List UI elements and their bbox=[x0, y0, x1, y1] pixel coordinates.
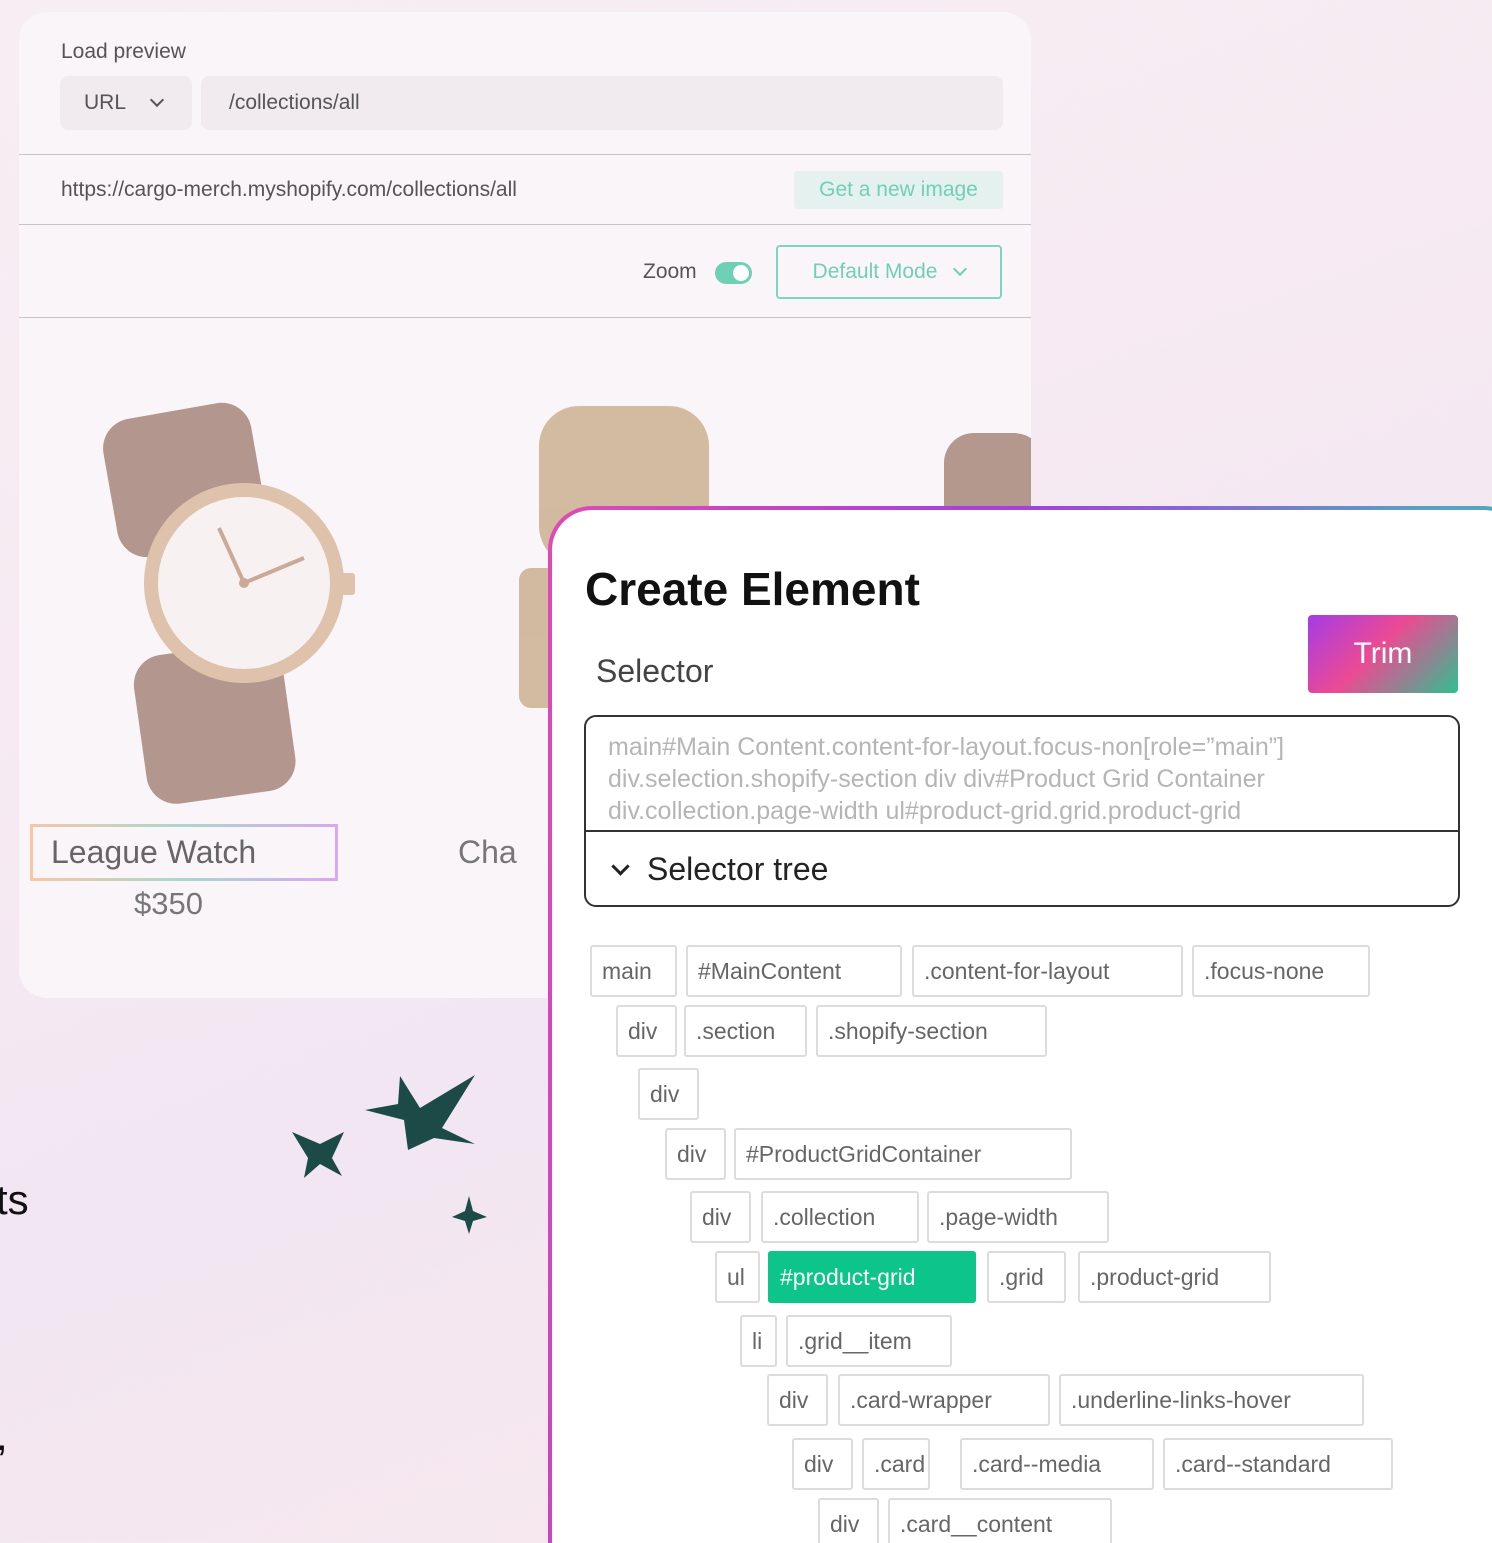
tree-chip[interactable]: .grid bbox=[987, 1251, 1066, 1303]
background-text: ts bbox=[0, 1176, 29, 1223]
tree-chip[interactable]: .card bbox=[862, 1438, 930, 1490]
get-new-image-button[interactable]: Get a new image bbox=[794, 171, 1003, 209]
divider bbox=[19, 154, 1031, 155]
tree-chip[interactable]: .grid__item bbox=[786, 1315, 952, 1367]
watch-brown-leather-image bbox=[103, 402, 355, 804]
selector-line: div.selection.shopify-section div div#Pr… bbox=[608, 765, 1265, 793]
tree-chip[interactable]: #ProductGridContainer bbox=[734, 1128, 1072, 1180]
tree-chip[interactable]: .content-for-layout bbox=[912, 945, 1183, 997]
tree-chip[interactable]: .underline-links-hover bbox=[1059, 1374, 1364, 1426]
tree-chip[interactable]: div bbox=[690, 1191, 751, 1243]
path-input[interactable] bbox=[201, 76, 1003, 130]
tree-chip[interactable]: li bbox=[740, 1315, 777, 1367]
selector-tree-label: Selector tree bbox=[647, 851, 829, 887]
divider bbox=[19, 224, 1031, 225]
tree-chip[interactable]: .focus-none bbox=[1192, 945, 1370, 997]
tree-chip[interactable]: div bbox=[792, 1438, 853, 1490]
tree-chip[interactable]: .card-wrapper bbox=[838, 1374, 1050, 1426]
tree-chip[interactable]: .shopify-section bbox=[816, 1005, 1047, 1057]
mode-label: Default Mode bbox=[812, 260, 938, 283]
full-url-text: https://cargo-merch.myshopify.com/collec… bbox=[61, 178, 517, 201]
mode-dropdown[interactable]: Default Mode bbox=[776, 245, 1002, 299]
product-name-highlight[interactable]: League Watch bbox=[30, 824, 338, 881]
tree-chip[interactable]: div bbox=[616, 1005, 677, 1057]
url-type-select[interactable]: URL bbox=[60, 76, 192, 130]
url-type-value: URL bbox=[84, 91, 127, 114]
tree-chip[interactable]: .product-grid bbox=[1078, 1251, 1271, 1303]
selector-label: Selector bbox=[596, 653, 714, 689]
tree-chip-active[interactable]: #product-grid bbox=[768, 1251, 976, 1303]
tree-chip[interactable]: div bbox=[818, 1498, 879, 1543]
selector-box: main#Main Content.content-for-layout.foc… bbox=[584, 715, 1460, 907]
create-element-panel: Create Element Selector Trim main#Main C… bbox=[548, 506, 1492, 1543]
tree-chip[interactable]: .card__content bbox=[888, 1498, 1112, 1543]
selector-line: main#Main Content.content-for-layout.foc… bbox=[608, 733, 1285, 761]
product-name: Cha bbox=[458, 834, 517, 870]
zoom-label: Zoom bbox=[643, 260, 697, 283]
chevron-down-icon bbox=[611, 857, 630, 876]
zoom-toggle[interactable] bbox=[715, 262, 752, 284]
tree-chip[interactable]: .card--media bbox=[960, 1438, 1154, 1490]
trim-button[interactable]: Trim bbox=[1308, 615, 1458, 693]
tree-chip[interactable]: div bbox=[665, 1128, 726, 1180]
selector-line: div.collection.page-width ul#product-gri… bbox=[608, 797, 1242, 825]
sparkles-icon bbox=[292, 1075, 487, 1234]
tree-chip[interactable]: .card--standard bbox=[1163, 1438, 1393, 1490]
tree-chip[interactable]: div bbox=[767, 1374, 828, 1426]
tree-chip[interactable]: ul bbox=[715, 1251, 760, 1303]
tree-chip[interactable]: div bbox=[638, 1068, 699, 1120]
load-preview-label: Load preview bbox=[61, 40, 186, 63]
panel-title: Create Element bbox=[585, 563, 920, 615]
chevron-down-icon bbox=[149, 92, 165, 108]
tree-chip[interactable]: #MainContent bbox=[686, 945, 902, 997]
create-element-content: Create Element Selector Trim main#Main C… bbox=[552, 510, 1492, 1543]
tree-chip[interactable]: .page-width bbox=[927, 1191, 1109, 1243]
product-price: $350 bbox=[134, 886, 203, 921]
tree-chip[interactable]: .section bbox=[684, 1005, 807, 1057]
chevron-down-icon bbox=[953, 261, 968, 277]
selector-tree-toggle[interactable]: Selector tree bbox=[586, 832, 1458, 905]
tree-chip[interactable]: main bbox=[590, 945, 677, 997]
background-text: , bbox=[0, 1412, 8, 1460]
tree-chip[interactable]: .collection bbox=[761, 1191, 919, 1243]
selector-textarea[interactable]: main#Main Content.content-for-layout.foc… bbox=[586, 717, 1458, 832]
